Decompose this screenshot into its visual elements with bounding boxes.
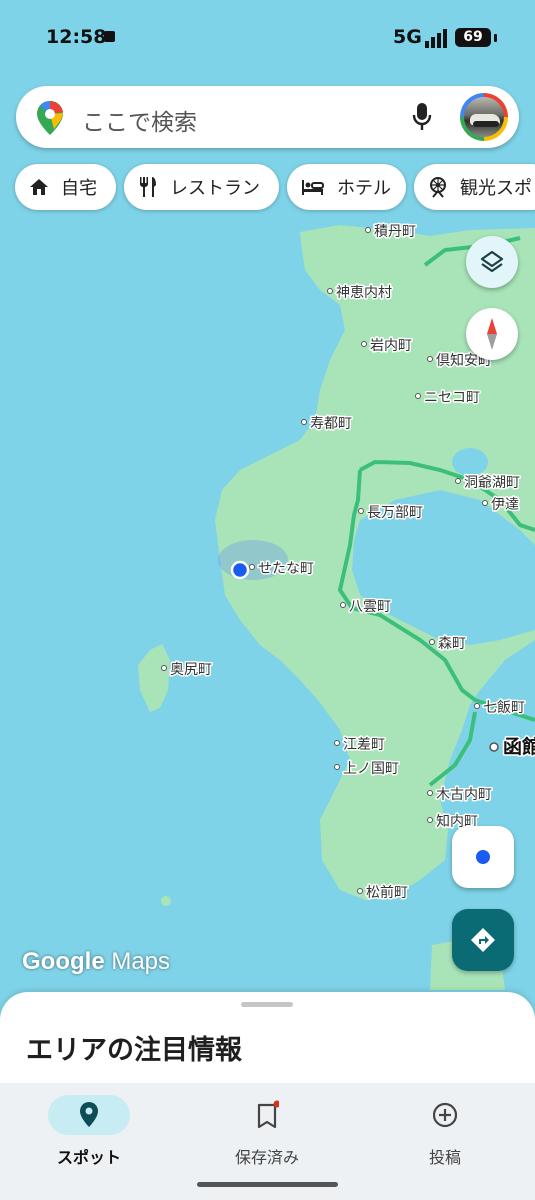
place-marker[interactable] bbox=[415, 393, 421, 399]
place-marker[interactable] bbox=[474, 703, 480, 709]
avatar-car-wheels bbox=[473, 121, 499, 127]
layers-icon bbox=[480, 250, 504, 273]
battery-tip bbox=[494, 34, 497, 42]
place-marker[interactable] bbox=[340, 602, 346, 608]
map-islet bbox=[161, 896, 171, 906]
place-marker[interactable] bbox=[334, 740, 340, 746]
chip-home[interactable]: 自宅 bbox=[15, 164, 116, 210]
place-label[interactable]: 七飯町 bbox=[482, 698, 527, 718]
place-marker[interactable] bbox=[249, 564, 255, 570]
place-label[interactable]: 函館 bbox=[502, 734, 535, 760]
map-lake bbox=[452, 448, 488, 476]
mic-icon[interactable] bbox=[412, 102, 432, 132]
place-marker[interactable] bbox=[489, 742, 499, 752]
place-label[interactable]: 寿都町 bbox=[309, 414, 354, 434]
nav-label: スポット bbox=[56, 1148, 121, 1167]
place-label[interactable]: せたな町 bbox=[257, 560, 316, 579]
signal-icon bbox=[425, 29, 447, 48]
my-location-icon bbox=[476, 850, 490, 864]
place-label[interactable]: 森町 bbox=[437, 635, 468, 654]
search-input[interactable]: ここで検索 bbox=[82, 103, 197, 137]
place-label[interactable]: 上ノ国町 bbox=[342, 760, 401, 779]
place-marker[interactable] bbox=[427, 817, 433, 823]
chip-label: ホテル bbox=[337, 178, 391, 199]
place-marker[interactable] bbox=[327, 288, 333, 294]
sheet-title: エリアの注目情報 bbox=[26, 1035, 242, 1066]
place-marker[interactable] bbox=[482, 500, 488, 506]
maps-logo-icon bbox=[37, 101, 63, 135]
attraction-icon bbox=[430, 177, 446, 198]
compass-icon bbox=[487, 318, 497, 350]
place-label[interactable]: 岩内町 bbox=[369, 337, 414, 356]
place-pin-icon bbox=[80, 1102, 98, 1127]
watermark-google: Google bbox=[22, 948, 105, 975]
place-marker[interactable] bbox=[455, 478, 461, 484]
place-marker[interactable] bbox=[427, 790, 433, 796]
chip-label: 自宅 bbox=[61, 178, 97, 199]
nav-label: 投稿 bbox=[428, 1148, 461, 1167]
hotel-icon bbox=[302, 180, 324, 195]
current-location-dot bbox=[230, 560, 250, 580]
nav-item-saved[interactable]: 保存済み bbox=[178, 1089, 356, 1169]
battery-icon: 69 bbox=[455, 28, 491, 47]
chip-hotel[interactable]: ホテル bbox=[287, 164, 406, 210]
watermark-maps: Maps bbox=[104, 948, 171, 975]
place-label[interactable]: 八雲町 bbox=[348, 598, 393, 617]
avatar[interactable] bbox=[460, 93, 508, 141]
status-bar: 12:58 5G 69 bbox=[0, 0, 535, 70]
chip-label: 観光スポ bbox=[460, 178, 532, 199]
directions-icon bbox=[471, 928, 495, 952]
my-location-button[interactable] bbox=[452, 826, 514, 888]
place-marker[interactable] bbox=[357, 888, 363, 894]
restaurant-icon bbox=[140, 177, 156, 197]
bookmark-icon bbox=[257, 1100, 279, 1129]
directions-button[interactable] bbox=[452, 909, 514, 971]
add-circle-icon bbox=[433, 1102, 457, 1128]
chip-attraction[interactable]: 観光スポ bbox=[414, 164, 535, 210]
place-label[interactable]: 洞爺湖町 bbox=[463, 474, 522, 493]
layers-button[interactable] bbox=[466, 236, 518, 288]
sheet-drag-handle[interactable] bbox=[241, 1002, 293, 1007]
chip-restaurant[interactable]: レストラン bbox=[124, 164, 279, 210]
chip-label: レストラン bbox=[170, 178, 260, 199]
place-label[interactable]: 松前町 bbox=[365, 883, 410, 903]
avatar-photo bbox=[464, 97, 504, 137]
network-type: 5G bbox=[393, 26, 422, 48]
place-label[interactable]: 神恵内村 bbox=[335, 284, 394, 303]
place-label[interactable]: 奥尻町 bbox=[169, 660, 214, 680]
place-marker[interactable] bbox=[358, 508, 364, 514]
place-label[interactable]: 長万部町 bbox=[366, 504, 425, 523]
notification-icon bbox=[104, 31, 115, 42]
place-marker[interactable] bbox=[429, 639, 435, 645]
place-label[interactable]: 江差町 bbox=[342, 736, 387, 755]
nav-item-contribute[interactable]: 投稿 bbox=[356, 1089, 534, 1169]
place-marker[interactable] bbox=[427, 356, 433, 362]
google-maps-watermark: Google Maps bbox=[22, 948, 170, 976]
place-label[interactable]: ニセコ町 bbox=[423, 389, 482, 408]
search-bar[interactable]: ここで検索 bbox=[16, 86, 519, 148]
place-marker[interactable] bbox=[365, 227, 371, 233]
place-marker[interactable] bbox=[334, 764, 340, 770]
place-marker[interactable] bbox=[361, 341, 367, 347]
nav-label: 保存済み bbox=[234, 1148, 299, 1167]
status-time: 12:58 bbox=[46, 26, 107, 48]
home-indicator bbox=[197, 1182, 338, 1187]
home-icon bbox=[30, 179, 48, 195]
place-marker[interactable] bbox=[301, 419, 307, 425]
compass-button[interactable] bbox=[466, 308, 518, 360]
place-label[interactable]: 伊達 bbox=[490, 496, 521, 515]
nav-item-explore[interactable]: スポット bbox=[0, 1089, 178, 1169]
place-marker[interactable] bbox=[161, 665, 167, 671]
place-label[interactable]: 木古内町 bbox=[435, 786, 494, 805]
place-label[interactable]: 積丹町 bbox=[373, 223, 418, 242]
